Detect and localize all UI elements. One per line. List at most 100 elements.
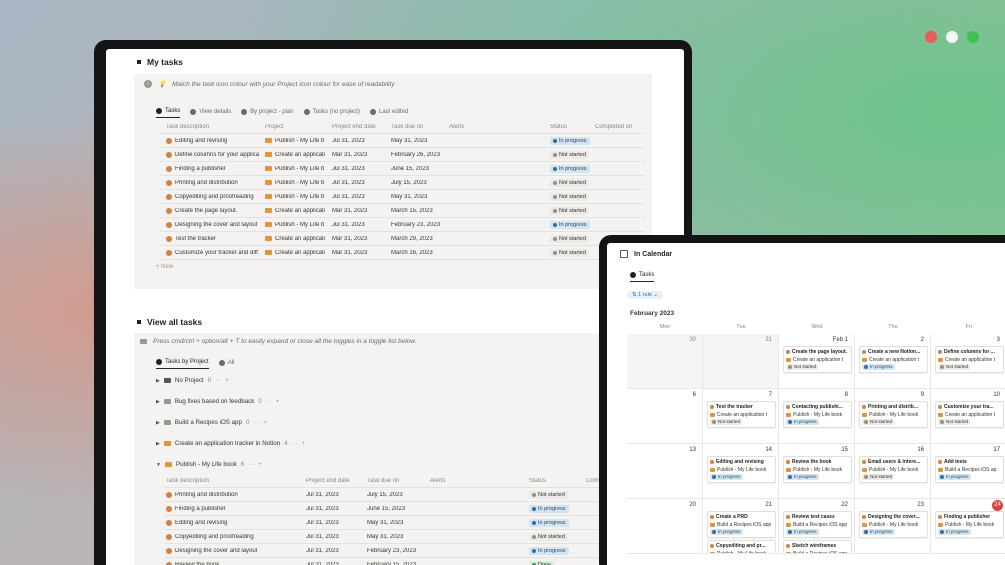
add-icon[interactable]: +: [258, 462, 262, 468]
event-card[interactable]: Test the tracker Create an application tN…: [707, 401, 776, 428]
more-icon[interactable]: ···: [215, 378, 221, 384]
table-row[interactable]: Finding a publisher Jul 31, 2023 June 15, …: [164, 502, 604, 516]
group-toggle[interactable]: ▶ No Project 0 ··· +: [156, 377, 229, 384]
table-row[interactable]: Copyediting and proofreading Publish - My…: [160, 190, 645, 204]
tab-3[interactable]: Tasks (no project): [303, 108, 360, 118]
event-card[interactable]: Create a new Notion... Create an applicat…: [859, 346, 928, 373]
new-row-button[interactable]: + New: [156, 264, 173, 270]
day-cell[interactable]: Feb 1 Create the page layout. Create an ap…: [779, 334, 855, 389]
task-cell: Copyediting and proofreading: [166, 193, 262, 200]
table-row[interactable]: Designing the cover and layout Jul 31, 20…: [164, 544, 604, 558]
table-row[interactable]: Editing and revising Jul 31, 2023 May 31, …: [164, 516, 604, 530]
tab-2[interactable]: By project - plan: [241, 108, 294, 118]
maximize-dot[interactable]: [967, 31, 979, 43]
day-cell[interactable]: 13: [627, 444, 703, 499]
day-cell[interactable]: 23 Designing the cover... Publish - My Lif…: [855, 499, 931, 554]
day-cell[interactable]: 24 Finding a publisher Publish - My Life b…: [931, 499, 1005, 554]
day-cell[interactable]: 31: [703, 334, 779, 389]
group-toggle[interactable]: ▶ Create an application tracker in Notion…: [156, 440, 305, 447]
add-icon[interactable]: +: [302, 441, 306, 447]
event-card[interactable]: Sketch wireframes Build a Recipes iOS app: [783, 540, 852, 553]
group-toggle[interactable]: ▶ Build a Recipes iOS app 0 ··· +: [156, 419, 267, 426]
task-cell: Editing and revising: [166, 519, 227, 526]
add-icon[interactable]: +: [263, 420, 267, 426]
more-icon[interactable]: ···: [292, 441, 298, 447]
event-card[interactable]: Add tests Build a Recipes iOS ap In progre…: [935, 456, 1004, 483]
task-name: Designing the cover and layout: [175, 221, 258, 228]
toggle-arrow-icon[interactable]: ▶: [156, 378, 160, 384]
event-card[interactable]: Copyediting and pr... Publish - My Life b…: [707, 540, 776, 554]
day-cell[interactable]: 6: [627, 389, 703, 444]
event-card[interactable]: Email users & intere... Publish - My Life…: [859, 456, 928, 483]
table-header: Task description Project end date Task due…: [164, 474, 604, 488]
group-count: 6: [240, 461, 245, 468]
group-toggle[interactable]: ▼ Publish - My Life book 6 ··· +: [156, 461, 262, 468]
event-card[interactable]: Designing the cover... Publish - My Life …: [859, 511, 928, 538]
day-cell[interactable]: 20: [627, 499, 703, 554]
add-icon[interactable]: +: [225, 378, 229, 384]
minimize-dot[interactable]: [946, 31, 958, 43]
event-card[interactable]: Create a PRD Build a Recipes iOS app In pr…: [707, 511, 776, 538]
day-cell[interactable]: 2 Create a new Notion... Create an applica…: [855, 334, 931, 389]
table-row[interactable]: Printing and distribution Publish - My Li…: [160, 176, 645, 190]
toggle-arrow-icon[interactable]: ▶: [156, 441, 160, 447]
event-card[interactable]: Review the book Publish - My Life book In …: [783, 456, 852, 483]
day-cell[interactable]: 17 Add tests Build a Recipes iOS ap In prog…: [931, 444, 1005, 499]
more-icon[interactable]: ···: [266, 399, 272, 405]
tab-0[interactable]: Tasks: [156, 108, 181, 118]
add-icon[interactable]: +: [276, 399, 280, 405]
table-row[interactable]: Review the book Jul 31, 2023 February 15, …: [164, 558, 604, 565]
folder-icon: [710, 413, 715, 417]
event-card[interactable]: Printing and distrib... Publish - My Life…: [859, 401, 928, 428]
tab-1[interactable]: All: [218, 359, 234, 369]
toggle-arrow-icon[interactable]: ▶: [156, 399, 160, 405]
tab-4[interactable]: Last edited: [369, 108, 408, 118]
day-cell[interactable]: 3 Define columns for ... Create an applica…: [931, 334, 1005, 389]
status-dot: [788, 420, 792, 424]
table-row[interactable]: Test the tracker Create an applicati Mar 3…: [160, 232, 645, 246]
day-cell[interactable]: 16 Email users & intere... Publish - My Li…: [855, 444, 931, 499]
event-card[interactable]: Review test cases Build a Recipes iOS app…: [783, 511, 852, 538]
status-label: Not started: [946, 419, 969, 424]
day-cell[interactable]: 8 Contacting publishi... Publish - My Life…: [779, 389, 855, 444]
event-card[interactable]: Create the page layout. Create an applica…: [783, 346, 852, 373]
event-card[interactable]: Finding a publisher Publish - My Life boo…: [935, 511, 1004, 538]
event-card[interactable]: Contacting publishi... Publish - My Life …: [783, 401, 852, 428]
more-icon[interactable]: ···: [248, 462, 254, 468]
tab-0[interactable]: Tasks by Project: [156, 359, 209, 369]
more-icon[interactable]: ···: [253, 420, 259, 426]
day-cell[interactable]: 30: [627, 334, 703, 389]
day-cell[interactable]: 10 Customize your tra... Create an applica…: [931, 389, 1005, 444]
day-cell[interactable]: 7 Test the tracker Create an application t…: [703, 389, 779, 444]
event-card[interactable]: Define columns for ... Create an applicat…: [935, 346, 1004, 373]
close-dot[interactable]: [925, 31, 937, 43]
event-card[interactable]: Editing and revising Publish - My Life bo…: [707, 456, 776, 483]
column-header: Task description: [166, 478, 209, 484]
table-row[interactable]: Designing the cover and layout Publish - …: [160, 218, 645, 232]
project-name: Publish - My Life b: [275, 179, 325, 186]
table-row[interactable]: Copyediting and proofreading Jul 31, 2023…: [164, 530, 604, 544]
status-label: In progress: [538, 519, 566, 526]
table-row[interactable]: Define columns for your applica Create an…: [160, 148, 645, 162]
tab-1[interactable]: View details: [190, 108, 231, 118]
toggle-arrow-icon[interactable]: ▼: [156, 462, 161, 468]
day-cell[interactable]: 15 Review the book Publish - My Life book I…: [779, 444, 855, 499]
group-toggle[interactable]: ▶ Bug fixes based on feedback 0 ··· +: [156, 398, 279, 405]
toggle-tip: Press cmd/ctrl + option/alt + T to easil…: [140, 338, 416, 345]
day-cell[interactable]: 14 Editing and revising Publish - My Life …: [703, 444, 779, 499]
event-title-text: Create a PRD: [716, 514, 748, 520]
table-row[interactable]: Customize your tracker and diff Create an…: [160, 246, 645, 260]
day-cell[interactable]: 21 Create a PRD Build a Recipes iOS app In …: [703, 499, 779, 554]
event-project-text: Publish - My Life book: [717, 551, 767, 554]
event-card[interactable]: Customize your tra... Create an applicati…: [935, 401, 1004, 428]
day-number: 21: [765, 502, 772, 508]
tab-tasks[interactable]: Tasks: [630, 272, 655, 282]
table-row[interactable]: Finding a publisher Publish - My Life b Ju…: [160, 162, 645, 176]
table-row[interactable]: Editing and revising Publish - My Life b J…: [160, 134, 645, 148]
table-row[interactable]: Create the page layout. Create an applica…: [160, 204, 645, 218]
day-cell[interactable]: 22 Review test cases Build a Recipes iOS a…: [779, 499, 855, 554]
day-cell[interactable]: 9 Printing and distrib... Publish - My Lif…: [855, 389, 931, 444]
table-row[interactable]: Printing and distribution Jul 31, 2023 Jul…: [164, 488, 604, 502]
filter-chip[interactable]: ⇅ 1 rule ⌄: [627, 291, 664, 299]
toggle-arrow-icon[interactable]: ▶: [156, 420, 160, 426]
